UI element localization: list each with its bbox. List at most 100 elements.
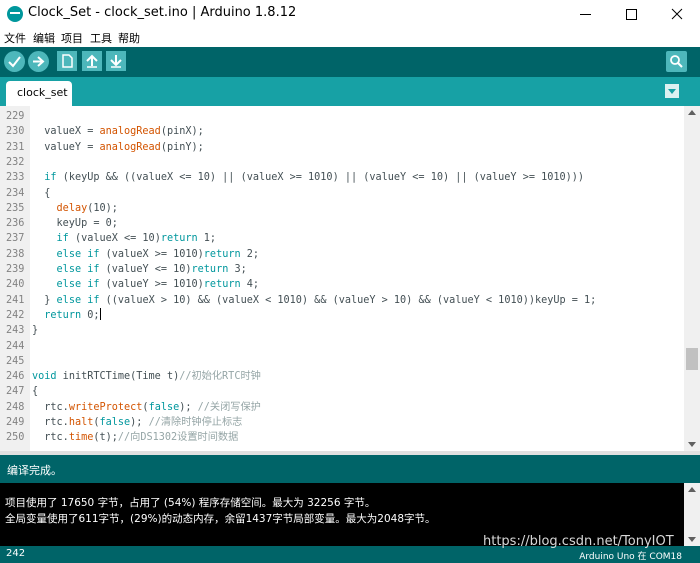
code-line: 248 rtc.writeProtect(false); //关闭写保护 bbox=[0, 400, 684, 415]
code-text: else if (valueY <= 10)return 3; bbox=[56, 264, 247, 275]
code-line: 245 bbox=[0, 354, 684, 369]
menu-edit[interactable]: 编辑 bbox=[33, 30, 55, 46]
save-icon bbox=[110, 55, 122, 68]
line-number: 236 bbox=[6, 218, 25, 230]
code-text: void initRTCTime(Time t)//初始化RTC时钟 bbox=[32, 371, 261, 383]
scroll-down-icon[interactable] bbox=[688, 537, 696, 542]
line-number: 241 bbox=[6, 294, 25, 306]
line-number: 233 bbox=[6, 172, 25, 184]
line-number: 235 bbox=[6, 202, 25, 214]
scroll-down-icon[interactable] bbox=[688, 442, 696, 447]
line-number: 240 bbox=[6, 279, 25, 291]
tab-menu-dropdown-icon[interactable] bbox=[665, 84, 679, 98]
code-line: 249 rtc.halt(false); //清除时钟停止标志 bbox=[0, 415, 684, 430]
code-line: 232 bbox=[0, 155, 684, 170]
code-line: 242 return 0; bbox=[0, 307, 684, 323]
upload-button[interactable] bbox=[28, 51, 49, 72]
code-line: 246 void initRTCTime(Time t)//初始化RTC时钟 bbox=[0, 369, 684, 384]
code-editor[interactable]: 229 230 valueX = analogRead(pinX); 231 val… bbox=[0, 106, 700, 451]
code-line: 240 else if (valueY >= 1010)return 4; bbox=[0, 277, 684, 292]
console-line: 项目使用了 17650 字节，占用了 (54%) 程序存储空间。最大为 3225… bbox=[5, 497, 376, 509]
maximize-button[interactable] bbox=[608, 0, 654, 29]
line-number: 248 bbox=[6, 401, 25, 413]
close-icon bbox=[671, 8, 683, 20]
verify-icon bbox=[8, 56, 21, 68]
watermark-text: https://blog.csdn.net/TonyIOT bbox=[483, 534, 674, 549]
line-number: 243 bbox=[6, 325, 25, 337]
console-scrollbar[interactable] bbox=[684, 483, 700, 546]
code-line: 250 rtc.time(t);//向DS1302设置时间数据 bbox=[0, 430, 684, 445]
code-text: rtc.halt(false); //清除时钟停止标志 bbox=[32, 417, 243, 428]
code-line: 247 { bbox=[0, 384, 684, 399]
verify-button[interactable] bbox=[4, 51, 25, 72]
code-text: else if (valueX >= 1010)return 2; bbox=[56, 248, 260, 260]
code-line: 231 valueY = analogRead(pinY); bbox=[0, 140, 684, 155]
close-button[interactable] bbox=[654, 0, 700, 29]
line-number: 249 bbox=[6, 417, 25, 428]
tab-clock-set[interactable]: clock_set bbox=[6, 81, 72, 106]
code-text: rtc.time(t);//向DS1302设置时间数据 bbox=[32, 432, 239, 444]
line-number: 239 bbox=[6, 264, 25, 275]
code-text: valueY = analogRead(pinY); bbox=[32, 141, 204, 153]
line-number: 232 bbox=[6, 156, 25, 168]
code-line: 235 delay(10); bbox=[0, 201, 684, 216]
line-number: 230 bbox=[6, 126, 25, 138]
code-line: 229 bbox=[0, 109, 684, 124]
menu-file[interactable]: 文件 bbox=[4, 30, 26, 46]
code-line: 234 { bbox=[0, 186, 684, 201]
line-number: 237 bbox=[6, 233, 25, 245]
code-line: 238 else if (valueX >= 1010)return 2; bbox=[0, 247, 684, 262]
serial-monitor-icon bbox=[670, 55, 683, 68]
code-text: valueX = analogRead(pinX); bbox=[32, 126, 204, 138]
code-text: { bbox=[32, 187, 51, 199]
new-icon bbox=[62, 54, 73, 68]
maximize-icon bbox=[626, 9, 637, 20]
line-number: 238 bbox=[6, 248, 25, 260]
console-line: 全局变量使用了611字节，(29%)的动态内存，余留1437字节局部变量。最大为… bbox=[5, 513, 436, 525]
menu-bar: 文件 编辑 项目 工具 帮助 bbox=[0, 29, 700, 47]
line-number-indicator: 242 bbox=[6, 548, 26, 559]
code-line: 233 if (keyUp && ((valueX <= 10) || (val… bbox=[0, 170, 684, 185]
minimize-icon bbox=[580, 14, 591, 15]
code-line: 239 else if (valueY <= 10)return 3; bbox=[0, 262, 684, 277]
tab-label: clock_set bbox=[17, 86, 68, 99]
code-text: if (keyUp && ((valueX <= 10) || (valueX … bbox=[44, 172, 585, 184]
code-line: 243} bbox=[0, 323, 684, 338]
code-line: 244 bbox=[0, 339, 684, 354]
menu-sketch[interactable]: 项目 bbox=[61, 30, 83, 46]
menu-tools[interactable]: 工具 bbox=[90, 30, 112, 46]
code-text: return 0; bbox=[44, 307, 101, 321]
line-number: 246 bbox=[6, 371, 25, 383]
line-number: 244 bbox=[6, 340, 25, 352]
serial-monitor-button[interactable] bbox=[666, 51, 687, 72]
line-number: 250 bbox=[6, 432, 25, 444]
toolbar bbox=[0, 47, 700, 77]
status-message: 编译完成。 bbox=[7, 464, 62, 477]
save-button[interactable] bbox=[106, 51, 126, 71]
line-number: 245 bbox=[6, 355, 25, 367]
line-number: 231 bbox=[6, 141, 25, 153]
line-number: 229 bbox=[6, 111, 25, 122]
minimize-button[interactable] bbox=[562, 0, 608, 29]
scrollbar-thumb[interactable] bbox=[686, 348, 698, 370]
code-text: { bbox=[32, 386, 39, 398]
arduino-logo-icon bbox=[7, 6, 23, 22]
code-text: rtc.writeProtect(false); //关闭写保护 bbox=[32, 401, 261, 413]
open-button[interactable] bbox=[82, 51, 102, 71]
scroll-up-icon[interactable] bbox=[688, 487, 696, 492]
code-text: else if (valueY >= 1010)return 4; bbox=[56, 279, 260, 291]
code-text: } bbox=[32, 325, 39, 337]
menu-help[interactable]: 帮助 bbox=[118, 30, 140, 46]
new-button[interactable] bbox=[57, 51, 77, 71]
board-port-info: Arduino Uno 在 COM18 bbox=[579, 552, 682, 562]
code-text: if (valueX <= 10)return 1; bbox=[56, 233, 217, 245]
line-number: 247 bbox=[6, 386, 25, 398]
code-text: keyUp = 0; bbox=[32, 218, 118, 230]
code-text: } else if ((valueX > 10) && (valueX < 10… bbox=[32, 294, 597, 306]
code-line: 236 keyUp = 0; bbox=[0, 216, 684, 231]
open-icon bbox=[86, 54, 98, 68]
code-line: 230 valueX = analogRead(pinX); bbox=[0, 124, 684, 139]
scroll-up-icon[interactable] bbox=[688, 110, 696, 115]
editor-scrollbar[interactable] bbox=[684, 106, 700, 451]
status-bar: 编译完成。 bbox=[0, 455, 700, 483]
